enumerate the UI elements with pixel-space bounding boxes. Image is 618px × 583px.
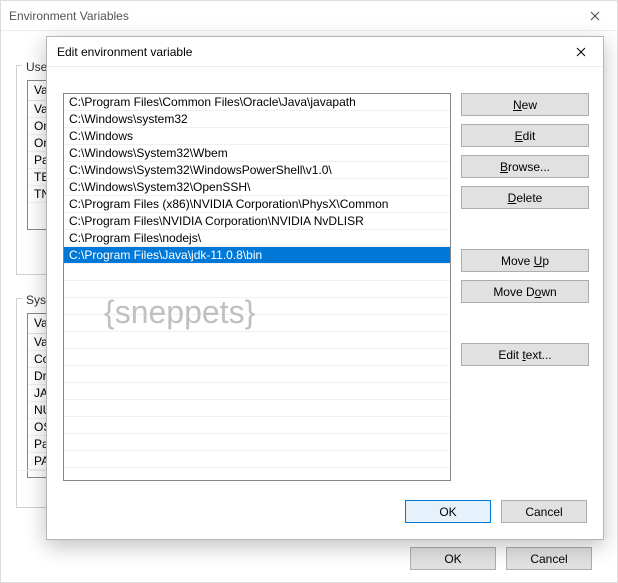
user-var-row[interactable]: Va <box>28 101 48 118</box>
edit-text-button[interactable]: Edit text... <box>461 343 589 366</box>
edit-env-var-titlebar: Edit environment variable <box>47 37 603 67</box>
path-entries-listbox[interactable]: C:\Program Files\Common Files\Oracle\Jav… <box>63 93 451 481</box>
path-entry-empty[interactable] <box>64 366 450 383</box>
env-vars-titlebar: Environment Variables <box>1 1 617 31</box>
side-button-column: New Edit Browse... Delete Move Up Move D… <box>461 93 589 366</box>
path-entry[interactable]: C:\Windows <box>64 128 450 145</box>
path-entry[interactable]: C:\Program Files (x86)\NVIDIA Corporatio… <box>64 196 450 213</box>
path-entry[interactable]: C:\Windows\system32 <box>64 111 450 128</box>
move-up-button[interactable]: Move Up <box>461 249 589 272</box>
path-entry-empty[interactable] <box>64 400 450 417</box>
path-entry[interactable]: C:\Windows\System32\Wbem <box>64 145 450 162</box>
system-var-row[interactable]: Co <box>28 351 48 368</box>
system-var-row[interactable]: OS <box>28 419 48 436</box>
system-vars-header: Va <box>28 314 48 334</box>
system-var-row[interactable]: Va <box>28 334 48 351</box>
browse-button[interactable]: Browse... <box>461 155 589 178</box>
edit-env-var-close-button[interactable] <box>558 37 603 67</box>
edit-env-var-dialog: Edit environment variable C:\Program Fil… <box>46 36 604 540</box>
path-entry-empty[interactable] <box>64 417 450 434</box>
env-vars-title: Environment Variables <box>9 9 129 23</box>
system-var-row[interactable]: PA <box>28 453 48 470</box>
system-var-row[interactable]: Dr <box>28 368 48 385</box>
path-entry-empty[interactable] <box>64 315 450 332</box>
user-var-row[interactable]: TN <box>28 186 48 203</box>
path-entry-empty[interactable] <box>64 281 450 298</box>
env-vars-ok-button[interactable]: OK <box>410 547 496 570</box>
system-var-row[interactable]: JA <box>28 385 48 402</box>
close-icon <box>576 47 586 57</box>
edit-env-var-cancel-button[interactable]: Cancel <box>501 500 587 523</box>
system-var-row[interactable]: NU <box>28 402 48 419</box>
path-entry[interactable]: C:\Program Files\Java\jdk-11.0.8\bin <box>64 247 450 264</box>
user-var-row[interactable]: On <box>28 135 48 152</box>
path-entry[interactable]: C:\Windows\System32\WindowsPowerShell\v1… <box>64 162 450 179</box>
edit-env-var-title: Edit environment variable <box>57 45 192 59</box>
path-entry-empty[interactable] <box>64 298 450 315</box>
user-var-row[interactable]: Pa <box>28 152 48 169</box>
path-entry-empty[interactable] <box>64 349 450 366</box>
path-entry[interactable]: C:\Program Files\Common Files\Oracle\Jav… <box>64 94 450 111</box>
user-var-row[interactable]: TE <box>28 169 48 186</box>
user-vars-header: Va <box>28 81 48 101</box>
path-entry-empty[interactable] <box>64 264 450 281</box>
move-down-button[interactable]: Move Down <box>461 280 589 303</box>
close-icon <box>590 11 600 21</box>
edit-env-var-bottom-buttons: OK Cancel <box>405 500 587 523</box>
user-var-row[interactable]: On <box>28 118 48 135</box>
env-vars-close-button[interactable] <box>572 1 617 31</box>
env-vars-bottom-buttons: OK Cancel <box>410 547 592 570</box>
path-entry-empty[interactable] <box>64 451 450 468</box>
edit-env-var-ok-button[interactable]: OK <box>405 500 491 523</box>
path-entry-empty[interactable] <box>64 332 450 349</box>
edit-env-var-body: C:\Program Files\Common Files\Oracle\Jav… <box>63 93 587 523</box>
delete-button[interactable]: Delete <box>461 186 589 209</box>
path-entry[interactable]: C:\Windows\System32\OpenSSH\ <box>64 179 450 196</box>
system-var-row[interactable]: Pa <box>28 436 48 453</box>
edit-button[interactable]: Edit <box>461 124 589 147</box>
path-entry-empty[interactable] <box>64 383 450 400</box>
path-entry-empty[interactable] <box>64 434 450 451</box>
new-button[interactable]: New <box>461 93 589 116</box>
path-entry[interactable]: C:\Program Files\NVIDIA Corporation\NVID… <box>64 213 450 230</box>
env-vars-cancel-button[interactable]: Cancel <box>506 547 592 570</box>
path-entry[interactable]: C:\Program Files\nodejs\ <box>64 230 450 247</box>
